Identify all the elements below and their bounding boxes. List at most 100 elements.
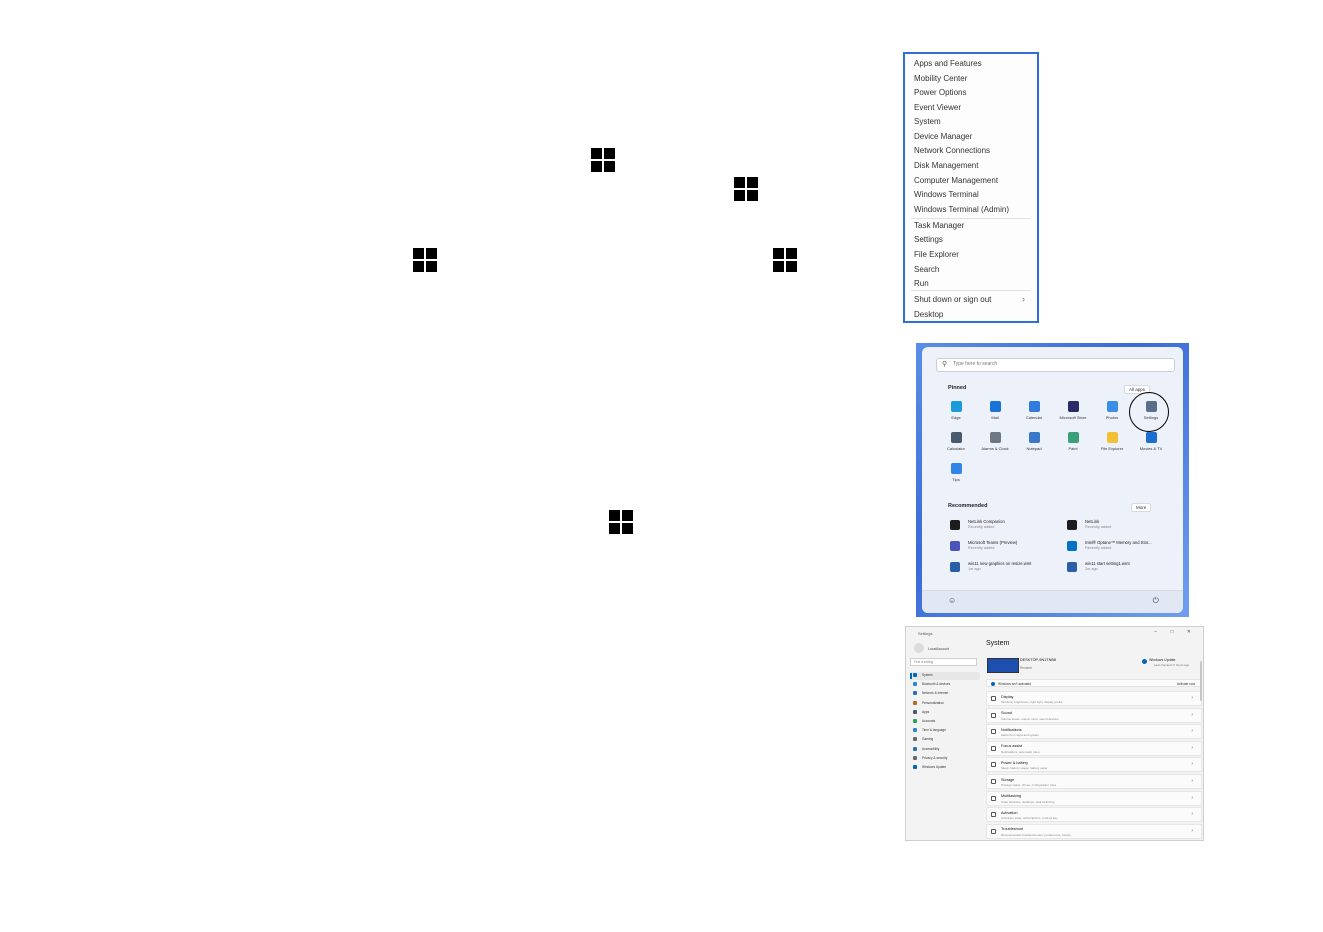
app-label: Microsoft Store	[1059, 415, 1087, 420]
recommended-item[interactable]: NetLink Recently added	[1067, 519, 1177, 535]
window-controls[interactable]: – □ ✕	[1154, 629, 1197, 635]
chevron-right-icon: ›	[1191, 728, 1193, 735]
recommended-item[interactable]: Microsoft Teams (Preview) Recently added	[950, 540, 1060, 556]
sidebar-item[interactable]: Apps	[910, 709, 980, 717]
recommended-title: NetLink Companion	[968, 519, 1005, 524]
more-button[interactable]: More	[1131, 503, 1152, 512]
nav-icon	[913, 728, 917, 733]
sidebar-item-label: Personalization	[922, 700, 944, 705]
nav-icon	[913, 719, 917, 723]
pinned-app[interactable]: Notepad	[1017, 432, 1051, 451]
pinned-app[interactable]: Calendar	[1017, 401, 1051, 420]
sidebar-item[interactable]: Bluetooth & devices	[910, 681, 980, 689]
winx-menu-item[interactable]: Shut down or sign out	[914, 295, 991, 304]
sidebar-item[interactable]: Network & internet	[910, 690, 980, 698]
recommended-subtitle: Recently added	[1085, 525, 1112, 529]
setting-icon	[991, 729, 996, 735]
sidebar-item[interactable]: Personalization	[910, 700, 980, 708]
page-title: System	[986, 640, 1010, 647]
app-label: Paint	[1068, 446, 1078, 451]
power-icon[interactable]: ⏻	[1153, 596, 1159, 606]
winx-menu-item[interactable]: File Explorer	[914, 250, 959, 259]
winx-menu-item[interactable]: Event Viewer	[914, 103, 961, 112]
settings-row[interactable]: Activation Activation state, subscription…	[986, 807, 1202, 823]
pinned-app[interactable]: Microsoft Store	[1056, 401, 1090, 420]
winx-menu-item[interactable]: Settings	[914, 235, 943, 244]
windows-update-label[interactable]: Windows Update	[1149, 658, 1175, 662]
pinned-app[interactable]: Tips	[939, 463, 973, 482]
winx-menu-item[interactable]: Mobility Center	[914, 74, 967, 83]
recommended-item[interactable]: win11 start setting1.wmt 2m ago	[1067, 561, 1177, 577]
winx-menu-item[interactable]: Desktop	[914, 310, 943, 319]
winx-menu: Apps and Features Mobility Center Power Op…	[903, 52, 1039, 323]
recommended-title: Microsoft Teams (Preview)	[968, 540, 1018, 545]
sidebar-item[interactable]: Accounts	[910, 718, 980, 726]
windows-logo-icon	[734, 177, 758, 201]
winx-menu-item[interactable]: System	[914, 117, 941, 126]
device-thumbnail	[987, 658, 1019, 673]
settings-row[interactable]: Notifications Alerts from apps and system…	[986, 724, 1202, 740]
user-name: LocalAccount	[928, 647, 950, 651]
winx-menu-item[interactable]: Network Connections	[914, 146, 990, 155]
winx-menu-item[interactable]: Task Manager	[914, 221, 964, 230]
rename-link[interactable]: Rename	[1020, 666, 1032, 670]
winx-menu-item[interactable]: Windows Terminal	[914, 190, 979, 199]
sidebar-item[interactable]: Gaming	[910, 736, 980, 744]
winx-menu-item[interactable]: Run	[914, 279, 929, 288]
user-icon[interactable]: ☺	[948, 596, 956, 605]
windows-logo-icon	[591, 148, 615, 172]
settings-row[interactable]: Storage Storage space, drives, configurat…	[986, 774, 1202, 789]
app-icon	[1028, 401, 1040, 412]
sidebar-item-label: Apps	[922, 709, 930, 714]
recommended-subtitle: 2m ago	[1085, 567, 1098, 571]
pinned-app[interactable]: Alarms & Clock	[978, 432, 1012, 451]
settings-row[interactable]: Multitasking Snap windows, desktops, task…	[986, 790, 1202, 806]
winx-menu-item[interactable]: Search	[914, 265, 939, 274]
winx-menu-item[interactable]: Apps and Features	[914, 59, 982, 68]
nav-icon	[913, 737, 917, 742]
sidebar-item[interactable]: Time & language	[910, 727, 980, 735]
find-setting-input[interactable]: Find a setting	[910, 658, 977, 666]
winx-menu-item[interactable]: Device Manager	[914, 132, 972, 141]
recommended-item[interactable]: win11 new graphics on resize.wmt 1m ago	[950, 561, 1060, 577]
recommended-subtitle: 1m ago	[968, 567, 981, 571]
app-icon	[989, 432, 1001, 443]
winx-menu-item[interactable]: Power Options	[914, 88, 966, 97]
settings-row[interactable]: Power & battery Sleep, battery usage, bat…	[986, 757, 1202, 773]
search-input[interactable]: ⚲ Type here to search	[936, 358, 1175, 372]
pinned-app[interactable]: Paint	[1056, 432, 1090, 451]
sidebar-item[interactable]: System	[910, 672, 980, 680]
recommended-title: win11 new graphics on resize.wmt	[968, 561, 1032, 566]
chevron-right-icon: ›	[1191, 794, 1193, 801]
pinned-app[interactable]: Photos	[1095, 401, 1129, 420]
app-label: File Explorer	[1100, 446, 1124, 451]
pinned-app[interactable]: File Explorer	[1095, 432, 1129, 451]
setting-subtitle: Sleep, battery usage, battery saver	[1001, 766, 1048, 771]
pinned-app[interactable]: Mail	[978, 401, 1012, 420]
pinned-app[interactable]: Calculator	[939, 432, 973, 451]
settings-row[interactable]: Focus assist Notifications, automatic rul…	[986, 740, 1202, 756]
winx-menu-item[interactable]: Computer Management	[914, 176, 998, 185]
setting-icon	[991, 712, 996, 718]
pinned-app[interactable]: Movies & TV	[1134, 432, 1168, 451]
sidebar-item[interactable]: Accessibility	[910, 746, 980, 754]
settings-row[interactable]: Sound Volume levels, output, input, sound…	[986, 707, 1202, 723]
settings-row[interactable]: Troubleshoot Recommended troubleshooters,…	[986, 823, 1202, 839]
winx-menu-item[interactable]: Disk Management	[914, 161, 978, 170]
setting-subtitle: Activation state, subscriptions, product…	[1001, 816, 1058, 821]
windows-update-status: Last checked: 6 hours ago	[1154, 663, 1190, 667]
setting-title: Activation	[1001, 810, 1018, 815]
winx-menu-item[interactable]: Windows Terminal (Admin)	[914, 205, 1009, 214]
settings-row[interactable]: Display Monitors, brightness, night light…	[986, 691, 1202, 706]
recommended-item[interactable]: Intel® Optane™ Memory and Stor... Recentl…	[1067, 540, 1177, 556]
setting-title: Focus assist	[1001, 744, 1023, 749]
activate-now-button[interactable]: Activate now	[1177, 682, 1195, 686]
recommended-item[interactable]: NetLink Companion Recently added	[950, 519, 1060, 535]
scrollbar[interactable]	[1200, 661, 1202, 701]
app-icon	[1106, 432, 1118, 443]
pinned-app[interactable]: Edge	[939, 401, 973, 420]
sidebar-item[interactable]: Privacy & security	[910, 755, 980, 763]
sidebar-item[interactable]: Windows Update	[910, 764, 980, 772]
app-icon	[950, 401, 962, 412]
setting-icon	[991, 762, 996, 768]
